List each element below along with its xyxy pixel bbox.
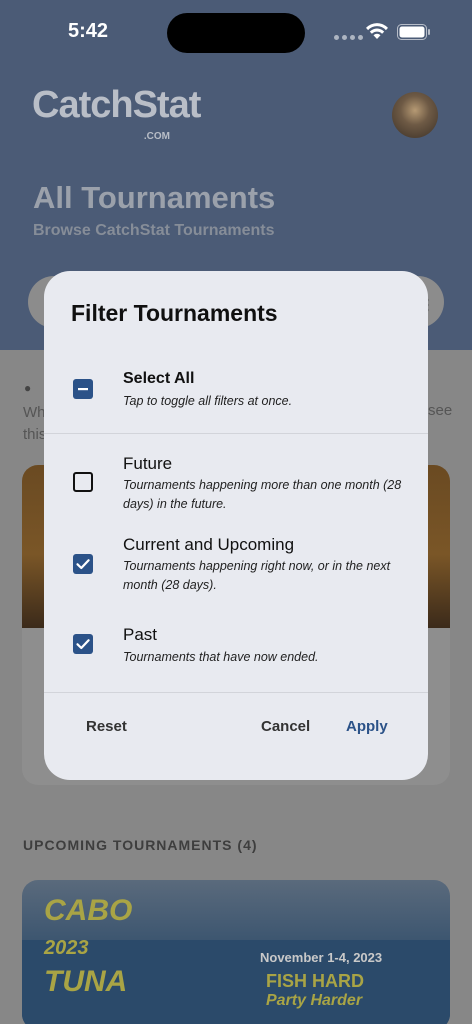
modal-title: Filter Tournaments [71,300,278,326]
card-brand-logo: CABO 2023 TUNA [44,894,133,998]
intro-text-right: see [428,402,453,419]
reset-button[interactable]: Reset [86,718,127,735]
filter-label: Future [123,454,173,473]
divider [44,692,428,693]
filter-description: Tournaments happening more than one mont… [123,478,402,511]
filter-label: Past [123,625,158,644]
filter-row-current-upcoming[interactable]: Current and Upcoming Tournaments happeni… [44,534,428,598]
rss-icon: ● [24,381,32,395]
cellular-signal-icon [334,35,363,40]
avatar[interactable] [392,92,438,138]
select-all-checkbox[interactable] [73,379,93,399]
intro-text: Wh this [23,404,45,443]
card-date: November 1-4, 2023 [260,950,383,965]
dynamic-island [167,13,305,53]
card-tagline: FISH HARD Party Harder [266,971,364,1009]
catchstat-logo: CatchStat .COM [32,84,201,142]
upcoming-tournament-card[interactable]: CABO 2023 TUNA November 1-4, 2023 FISH H… [22,880,450,1024]
filter-description: Tournaments that have now ended. [123,650,319,664]
filter-row-future[interactable]: Future Tournaments happening more than o… [44,453,428,517]
divider [44,433,428,434]
select-all-row[interactable]: Select All Tap to toggle all filters at … [44,369,428,419]
filter-description: Tournaments happening right now, or in t… [123,559,391,592]
upcoming-section-heading: UPCOMING TOURNAMENTS (4) [23,837,258,853]
select-all-description: Tap to toggle all filters at once. [123,394,293,408]
future-checkbox[interactable] [73,472,93,492]
filter-row-past[interactable]: Past Tournaments that have now ended. [44,624,428,670]
minus-icon [78,388,88,391]
checkmark-icon [76,639,90,650]
status-time: 5:42 [68,20,109,42]
battery-icon [397,24,430,40]
wifi-icon [366,23,388,39]
page-subtitle: Browse CatchStat Tournaments [33,222,275,239]
apply-button[interactable]: Apply [346,718,388,735]
filter-modal: Filter Tournaments Select All Tap to tog… [44,271,428,780]
select-all-label: Select All [123,370,195,387]
cancel-button[interactable]: Cancel [261,718,310,735]
current-upcoming-checkbox[interactable] [73,554,93,574]
past-checkbox[interactable] [73,634,93,654]
page-title: All Tournaments [33,180,276,215]
checkmark-icon [76,559,90,570]
filter-label: Current and Upcoming [123,535,295,554]
status-bar: 5:42 [0,0,472,64]
